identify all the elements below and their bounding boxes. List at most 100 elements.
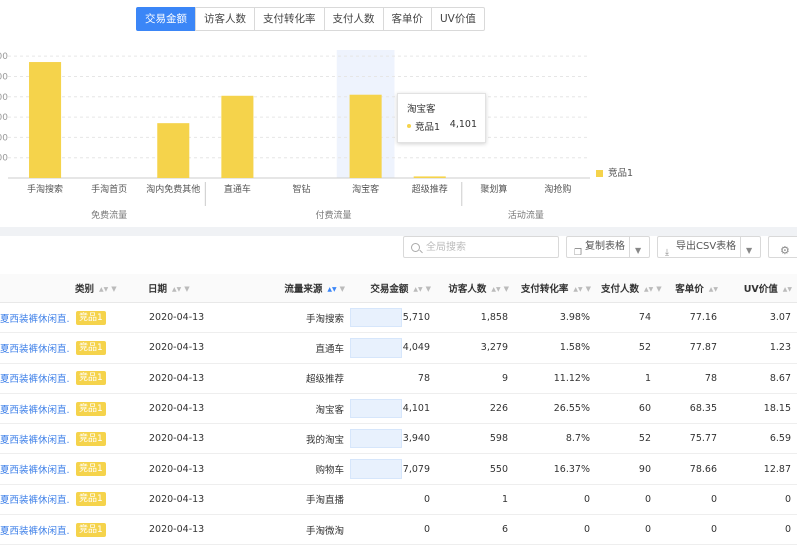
source-cell: 直通车 (315, 343, 344, 355)
uv-value-cell: 8.67 (723, 363, 797, 394)
amount-cell: 5,710 (402, 312, 430, 324)
product-link[interactable]: 夏西装裤休闲直... (0, 344, 70, 355)
conversion-cell: 8.7% (565, 433, 590, 445)
sort-icon[interactable]: ▲▼ (709, 286, 718, 293)
date-cell: 2020-04-13 (143, 393, 266, 425)
column-header-date[interactable]: 日期 ▲▼ ▼ (143, 274, 266, 303)
tab-conversion-rate[interactable]: 支付转化率 (254, 7, 325, 31)
amount-cell: 0 (350, 484, 436, 516)
date-cell: 2020-04-13 (143, 423, 266, 455)
category-cell: 竞品1 (70, 302, 143, 334)
table-row[interactable]: 夏西装裤休闲直... 竞品1 2020-04-13 直通车 4,049 3,279 1.58… (0, 332, 797, 364)
y-tick-label: 6000 (0, 52, 8, 62)
conversion-cell: 16.37% (553, 463, 590, 475)
aov-cell: 78.66 (657, 453, 723, 485)
column-header-category[interactable]: 类别 ▲▼ ▼ (70, 274, 143, 303)
product-link[interactable]: 夏西装裤休闲直... (0, 526, 70, 537)
aov-cell: 0 (710, 493, 717, 505)
copy-dropdown-chevron-icon[interactable]: ▼ (635, 241, 641, 261)
conversion-cell: 26.55% (514, 393, 596, 425)
column-header-amount[interactable]: 交易金额 ▲▼ ▼ (350, 274, 436, 303)
column-header-aov[interactable]: 客单价 ▲▼ (657, 274, 723, 303)
tab-avg-order-value[interactable]: 客单价 (382, 7, 432, 31)
sort-icon[interactable]: ▲▼ (413, 286, 422, 293)
product-link[interactable]: 夏西装裤休闲直... (0, 374, 70, 385)
table-row[interactable]: 夏西装裤休闲直... 竞品1 2020-04-13 淘宝客 4,101 226 26.55%… (0, 393, 797, 425)
sort-icon[interactable]: ▲▼ (99, 286, 108, 293)
date-cell: 2020-04-13 (143, 302, 266, 334)
tab-uv-value[interactable]: UV价值 (431, 7, 485, 31)
aov-cell: 68.35 (657, 393, 723, 425)
group-label: 免费流量 (91, 209, 127, 221)
product-cell: 夏西装裤休闲直... (0, 484, 70, 516)
sort-icon[interactable]: ▲▼ (491, 286, 500, 293)
sort-icon[interactable]: ▲▼ (783, 286, 792, 293)
column-header-visitors[interactable]: 访客人数 ▲▼ ▼ (436, 274, 514, 303)
uv-value-cell: 18.15 (763, 403, 791, 415)
visitors-cell: 1 (501, 493, 508, 505)
column-header-buyers[interactable]: 支付人数 ▲▼ ▼ (596, 274, 662, 303)
product-link[interactable]: 夏西装裤休闲直... (0, 465, 70, 476)
table-row[interactable]: 夏西装裤休闲直... 竞品1 2020-04-13 我的淘宝 3,940 598 8.7% 5… (0, 423, 797, 455)
filter-icon[interactable]: ▼ (504, 285, 509, 293)
aov-cell: 77.16 (657, 302, 723, 334)
sort-icon[interactable]: ▲▼ (644, 286, 653, 293)
sort-icon[interactable]: ▲▼ (327, 286, 336, 293)
filter-icon[interactable]: ▼ (111, 285, 116, 293)
aov-cell: 0 (657, 484, 723, 516)
buyers-cell: 0 (644, 524, 651, 536)
legend-label: 竞品1 (608, 168, 634, 179)
product-link[interactable]: 夏西装裤休闲直... (0, 435, 70, 446)
visitors-cell: 9 (436, 363, 514, 394)
tab-buyers[interactable]: 支付人数 (323, 7, 384, 31)
table-toolbar: 全局搜索 ❐ 复制表格 ▼ ⤓ 导出CSV表格 ▼ ⚙ (0, 236, 797, 266)
chart-legend[interactable]: 竞品1 (596, 165, 633, 179)
uv-value-cell: 8.67 (769, 372, 791, 384)
tab-transaction-amount[interactable]: 交易金额 (136, 7, 196, 31)
product-link[interactable]: 夏西装裤休闲直... (0, 495, 70, 506)
filter-icon[interactable]: ▼ (426, 285, 431, 293)
table-row[interactable]: 夏西装裤休闲直... 竞品1 2020-04-13 超级推荐 78 9 11.12% 1 78 8… (0, 363, 797, 394)
group-label: 活动流量 (508, 209, 544, 221)
filter-icon[interactable]: ▼ (184, 285, 189, 293)
product-link[interactable]: 夏西装裤休闲直... (0, 314, 70, 325)
uv-value-cell: 1.23 (723, 332, 797, 364)
conversion-cell: 3.98% (514, 302, 596, 334)
export-dropdown-chevron-icon[interactable]: ▼ (746, 241, 752, 261)
source-cell: 手淘直播 (305, 495, 344, 507)
product-cell: 夏西装裤休闲直... (0, 453, 70, 485)
copy-table-button[interactable]: ❐ 复制表格 ▼ (566, 236, 650, 258)
product-link[interactable]: 夏西装裤休闲直... (0, 405, 70, 416)
amount-cell: 3,940 (402, 433, 430, 445)
source-cell: 我的淘宝 (305, 434, 344, 446)
column-header-source[interactable]: 流量来源 ▲▼ ▼ (266, 274, 350, 303)
amount-cell: 4,049 (402, 342, 430, 354)
y-tick-label: 4000 (0, 93, 8, 103)
visitors-cell: 226 (489, 403, 508, 415)
filter-icon[interactable]: ▼ (656, 285, 661, 293)
conversion-cell: 11.12% (553, 372, 590, 384)
export-csv-button[interactable]: ⤓ 导出CSV表格 ▼ (657, 236, 761, 258)
gear-icon: ⚙ (780, 244, 790, 257)
copy-table-label: 复制表格 (585, 241, 625, 252)
buyers-cell: 90 (596, 453, 657, 485)
settings-button[interactable]: ⚙ (768, 236, 797, 258)
category-badge: 竞品1 (76, 492, 106, 507)
uv-value-cell: 12.87 (723, 453, 797, 485)
visitors-cell: 6 (436, 514, 514, 545)
sort-icon[interactable]: ▲▼ (573, 286, 582, 293)
column-header-uv-value[interactable]: UV价值 ▲▼ (723, 274, 797, 303)
filter-icon[interactable]: ▼ (340, 285, 345, 293)
filter-icon[interactable]: ▼ (586, 285, 591, 293)
sort-icon[interactable]: ▲▼ (172, 286, 181, 293)
table-row[interactable]: 夏西装裤休闲直... 竞品1 2020-04-13 手淘直播 0 1 0 0 0 0 (0, 484, 797, 516)
table-row[interactable]: 夏西装裤休闲直... 竞品1 2020-04-13 手淘微淘 0 6 0 0 0 0 (0, 514, 797, 545)
aov-cell: 78 (657, 363, 723, 394)
global-search-input[interactable]: 全局搜索 (403, 236, 559, 258)
table-row[interactable]: 夏西装裤休闲直... 竞品1 2020-04-13 购物车 7,079 550 16.37%… (0, 453, 797, 485)
product-cell: 夏西装裤休闲直... (0, 423, 70, 455)
source-cell: 淘宝客 (266, 393, 350, 425)
column-header-conversion[interactable]: 支付转化率 ▲▼ ▼ (514, 274, 596, 303)
tab-visitors[interactable]: 访客人数 (195, 7, 255, 31)
table-row[interactable]: 夏西装裤休闲直... 竞品1 2020-04-13 手淘搜索 5,710 1,858 3.9… (0, 302, 797, 334)
